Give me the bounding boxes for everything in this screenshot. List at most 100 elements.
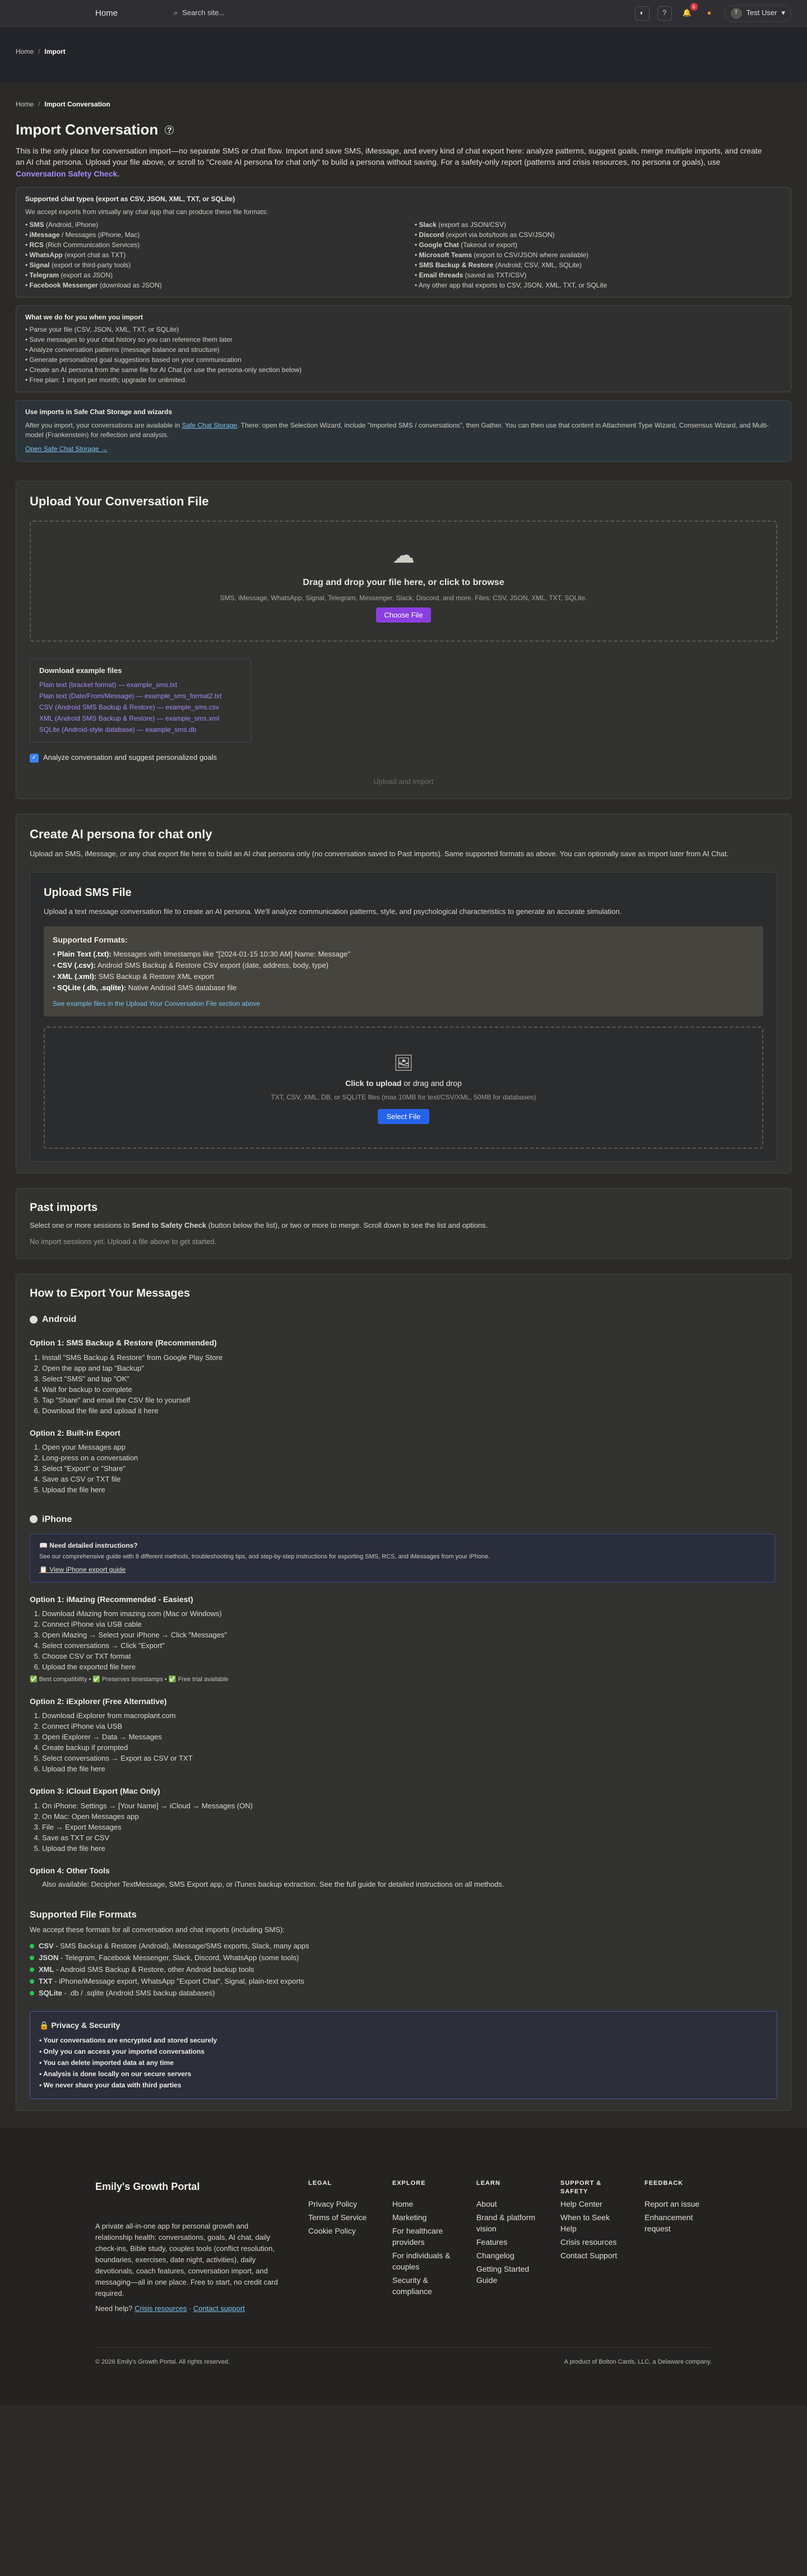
footer-link[interactable]: For individuals & couples [392, 2250, 454, 2272]
iphone-option-4-text: Also available: Decipher TextMessage, SM… [42, 1879, 504, 1888]
privacy-box: 🔒 Privacy & Security Your conversations … [30, 2011, 777, 2099]
format-item: CSV (.csv): Android SMS Backup & Restore… [53, 960, 754, 971]
footer-columns: LEGAL Privacy Policy Terms of Service Cooki… [308, 2179, 706, 2314]
drop-title: Drag and drop your file here, or click t… [303, 577, 504, 587]
format-item: SQLite (.db, .sqlite): Native Android SM… [53, 982, 754, 994]
chat-type-item: Discord (export via bots/tools as CSV/JS… [415, 230, 782, 240]
analyze-checkbox-row[interactable]: ✓ Analyze conversation and suggest perso… [30, 753, 777, 763]
example-file-link[interactable]: XML (Android SMS Backup & Restore) — exa… [39, 713, 242, 724]
step-item: Upload the file here [42, 1484, 777, 1495]
chat-type-note: Any other app that exports to CSV, JSON,… [418, 281, 607, 289]
help-circle-icon[interactable]: ? [165, 126, 174, 135]
file-formats-title: Supported File Formats [30, 1909, 137, 1920]
step-item: Connect iPhone via USB [42, 1721, 777, 1732]
how-to-title: How to Export Your Messages [30, 1287, 190, 1300]
sms-drop-zone[interactable]: 🖼 Click to upload or drag and drop TXT, … [44, 1027, 763, 1149]
chat-type-item: iMessage / Messages (iPhone, Mac) [25, 230, 392, 240]
nav-home-link[interactable]: Home [95, 7, 118, 20]
safe-storage-title: Use imports in Safe Chat Storage and wiz… [25, 408, 173, 416]
example-file-link[interactable]: Plain text (Date/From/Message) — example… [39, 690, 242, 702]
streak-icon[interactable]: ● [702, 6, 717, 21]
open-safe-storage-link[interactable]: Open Safe Chat Storage → [25, 444, 782, 454]
chat-type-name: Microsoft Teams [419, 250, 472, 259]
chat-type-note: (Android, iPhone) [44, 220, 99, 229]
chat-type-note: (saved as TXT/CSV) [463, 271, 527, 279]
footer-column: FEEDBACK Report an issue Enhancement reque… [644, 2179, 706, 2314]
iphone-guide-box: 📖 Need detailed instructions? See our co… [30, 1534, 775, 1582]
guide-title: 📖 Need detailed instructions? [39, 1542, 138, 1550]
format-note: Android SMS Backup & Restore CSV export … [95, 961, 329, 969]
top-navigation: Home ⌕ Search site... ◐ ? 🔔 6 ● T Test Us… [0, 0, 807, 27]
footer-link[interactable]: Crisis resources [560, 2236, 622, 2248]
intro-text: This is the only place for conversation … [16, 145, 767, 179]
step-item: Download iExplorer from macroplant.com [42, 1710, 777, 1721]
select-file-button[interactable]: Select File [377, 1109, 430, 1125]
footer-link[interactable]: Cookie Policy [308, 2225, 370, 2236]
bell-icon[interactable]: 🔔 6 [680, 2, 698, 21]
footer-link[interactable]: Contact Support [560, 2250, 622, 2261]
click-to-upload[interactable]: Click to upload [345, 1079, 401, 1088]
breadcrumb-current-2: Import Conversation [44, 100, 110, 108]
format-name: XML (.xml): [57, 972, 96, 981]
step-item: Choose CSV or TXT format [42, 1651, 777, 1661]
intro-body: This is the only place for conversation … [16, 146, 762, 167]
file-format-text: SQLite - .db / .sqlite (Android SMS back… [39, 1987, 215, 1999]
footer-link[interactable]: For healthcare providers [392, 2225, 454, 2248]
breadcrumb-home[interactable]: Home [16, 47, 34, 57]
past-imports-text: Select one or more sessions to Send to S… [30, 1220, 777, 1231]
breadcrumb-home-2[interactable]: Home [16, 100, 34, 109]
step-item: Open iExplorer → Data → Messages [42, 1732, 777, 1742]
status-dot-icon [30, 1979, 34, 1984]
step-item: Connect iPhone via USB cable [42, 1619, 777, 1630]
format-name: CSV (.csv): [57, 961, 96, 969]
footer-link[interactable]: Report an issue [644, 2198, 706, 2210]
footer-link[interactable]: Changelog [476, 2250, 538, 2261]
footer-link[interactable]: Home [392, 2198, 454, 2210]
footer-link[interactable]: Privacy Policy [308, 2198, 370, 2210]
iphone-guide-link[interactable]: 📋 View iPhone export guide [39, 1565, 766, 1575]
status-dot-icon [30, 1955, 34, 1960]
contact-support-link[interactable]: Contact support [193, 2304, 245, 2313]
site-search[interactable]: ⌕ Search site... [174, 8, 225, 18]
help-icon[interactable]: ? [657, 6, 672, 21]
how-to-export-card: How to Export Your Messages Android Opti… [16, 1274, 791, 2111]
search-input[interactable]: Search site... [182, 8, 225, 18]
example-file-link[interactable]: SQLite (Android-style database) — exampl… [39, 724, 242, 735]
footer-link[interactable]: Getting Started Guide [476, 2263, 538, 2286]
sms-drop-title: Click to upload or drag and drop [345, 1078, 462, 1089]
footer-link[interactable]: Brand & platform vision [476, 2212, 538, 2234]
user-menu[interactable]: T Test User ▾ [724, 4, 791, 22]
example-file-link[interactable]: Plain text (bracket format) — example_sm… [39, 679, 242, 690]
chat-type-item: Signal (export or third-party tools) [25, 260, 392, 270]
footer-link[interactable]: Security & compliance [392, 2275, 454, 2297]
privacy-item: We never share your data with third part… [39, 2080, 768, 2091]
footer-link[interactable]: About [476, 2198, 538, 2210]
safe-chat-storage-link[interactable]: Safe Chat Storage [182, 421, 237, 429]
theme-icon[interactable]: ◐ [634, 6, 650, 21]
safety-check-link[interactable]: Conversation Safety Check. [16, 169, 119, 178]
file-format-item: CSV - SMS Backup & Restore (Android), iM… [30, 1940, 777, 1952]
choose-file-button[interactable]: Choose File [376, 607, 431, 623]
see-examples-link[interactable]: See example files in the Upload Your Con… [53, 999, 754, 1009]
chat-type-name: Google Chat [419, 240, 459, 249]
footer-column: LEARN About Brand & platform vision Feature… [476, 2179, 538, 2314]
upload-import-button[interactable]: Upload and Import [30, 777, 777, 787]
past-text-1: Select one or more sessions to [30, 1221, 132, 1230]
step-item: Long-press on a conversation [42, 1452, 777, 1463]
format-note: Messages with timestamps like "[2024-01-… [111, 950, 350, 958]
footer-link[interactable]: Marketing [392, 2212, 454, 2223]
example-file-link[interactable]: CSV (Android SMS Backup & Restore) — exa… [39, 702, 242, 713]
checkbox-checked-icon[interactable]: ✓ [30, 753, 39, 763]
footer-link[interactable]: Features [476, 2236, 538, 2248]
footer-link[interactable]: When to Seek Help [560, 2212, 622, 2234]
footer-link[interactable]: Terms of Service [308, 2212, 370, 2223]
footer-link[interactable]: Help Center [560, 2198, 622, 2210]
supported-columns: SMS (Android, iPhone)iMessage / Messages… [25, 220, 782, 290]
step-item: Upload the file here [42, 1843, 777, 1854]
crisis-resources-link[interactable]: Crisis resources [134, 2304, 187, 2313]
footer-link[interactable]: Enhancement request [644, 2212, 706, 2234]
file-drop-zone[interactable]: ☁ Drag and drop your file here, or click… [30, 520, 777, 642]
drop-sub: SMS, iMessage, WhatsApp, Signal, Telegra… [220, 593, 587, 602]
supported-formats-box: Supported Formats: Plain Text (.txt): Me… [44, 926, 763, 1017]
step-item: Save as CSV or TXT file [42, 1474, 777, 1484]
